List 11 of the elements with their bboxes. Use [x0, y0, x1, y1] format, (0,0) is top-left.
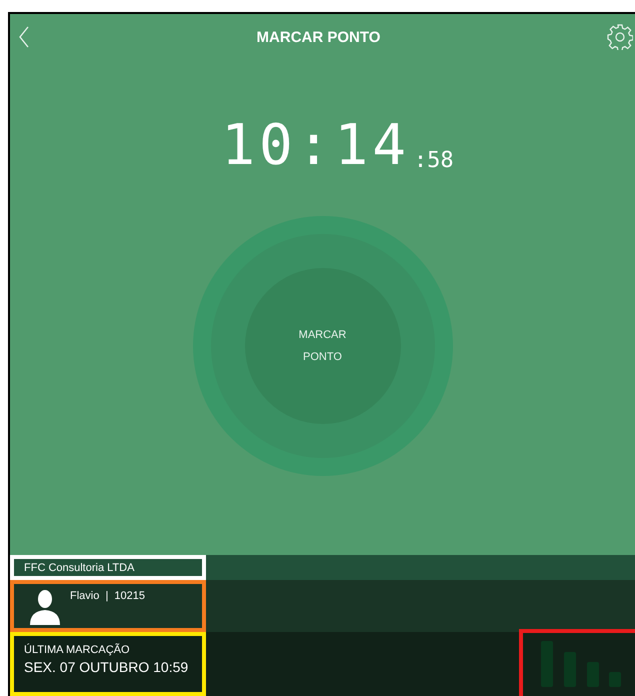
- person-icon: [28, 589, 62, 625]
- back-icon[interactable]: [18, 26, 30, 48]
- screen-title: MARCAR PONTO: [256, 28, 380, 46]
- clock-time: 10:14: [221, 118, 410, 174]
- last-punch-value: SEX. 07 OUTUBRO 10:59: [24, 659, 190, 675]
- company-name: FFC Consultoria LTDA: [24, 562, 134, 574]
- clock-seconds: :58: [414, 148, 454, 174]
- punch-button[interactable]: MARCAR PONTO: [244, 268, 400, 424]
- user-name-id: Flavio | 10215: [70, 590, 146, 602]
- last-punch-label: ÚLTIMA MARCAÇÃO: [24, 644, 131, 656]
- settings-icon[interactable]: [606, 24, 633, 50]
